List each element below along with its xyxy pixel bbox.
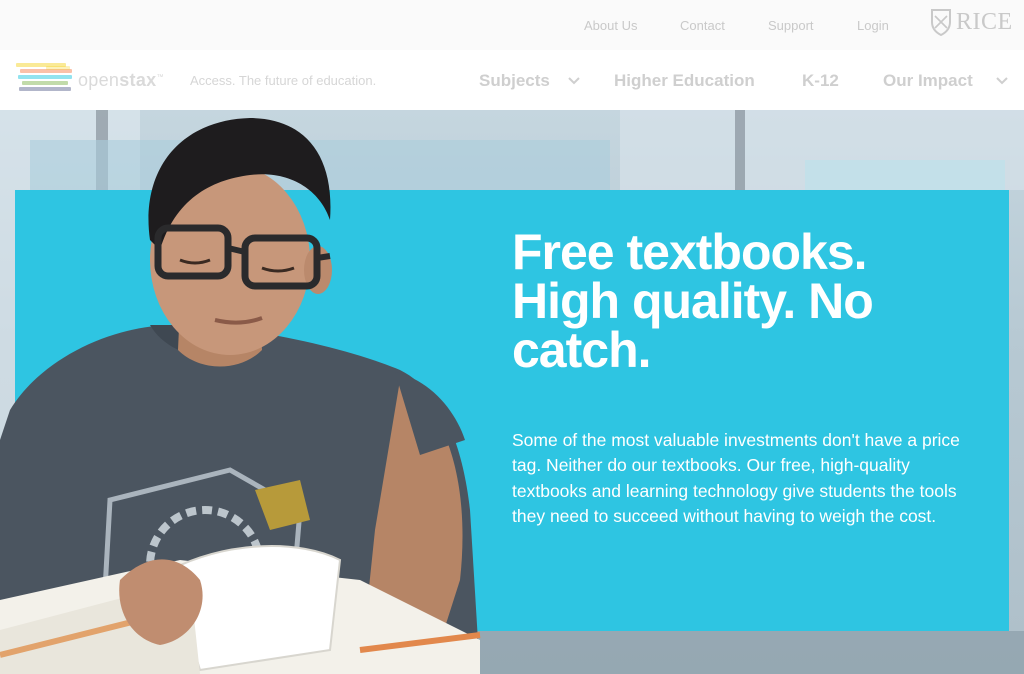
openstax-wordmark[interactable]: openstax™ xyxy=(78,70,164,91)
background-frame xyxy=(735,110,745,190)
student-reading-photo xyxy=(0,118,481,674)
main-nav: openstax™ Access. The future of educatio… xyxy=(0,50,1024,110)
hero-body-text: Some of the most valuable investments do… xyxy=(512,430,960,526)
utility-bar: About Us Contact Support Login RICE xyxy=(0,0,1024,50)
rice-shield-icon xyxy=(931,9,951,36)
chevron-down-icon[interactable] xyxy=(568,77,580,85)
nav-k12[interactable]: K-12 xyxy=(802,71,839,91)
chevron-down-icon[interactable] xyxy=(996,77,1008,85)
nav-subjects[interactable]: Subjects xyxy=(479,71,550,91)
nav-our-impact[interactable]: Our Impact xyxy=(883,71,973,91)
contact-link[interactable]: Contact xyxy=(680,18,725,33)
hero-headline: Free textbooks. High quality. No catch. xyxy=(512,224,874,378)
background-window xyxy=(805,160,1005,190)
support-link[interactable]: Support xyxy=(768,18,814,33)
hero-section: Free textbooks. High quality. No catch. … xyxy=(0,110,1024,674)
nav-higher-education[interactable]: Higher Education xyxy=(614,71,755,91)
login-link[interactable]: Login xyxy=(857,18,889,33)
rice-wordmark: RICE xyxy=(956,9,1013,35)
about-us-link[interactable]: About Us xyxy=(584,18,637,33)
tagline: Access. The future of education. xyxy=(190,73,377,88)
